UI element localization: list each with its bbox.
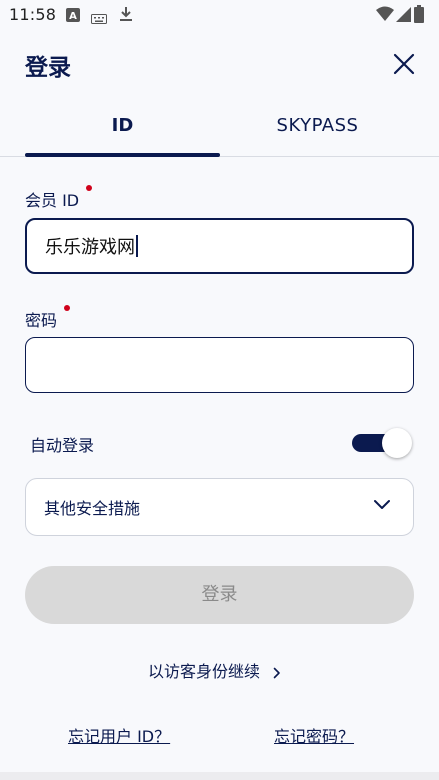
required-indicator — [86, 185, 92, 191]
close-button[interactable] — [388, 48, 420, 80]
chevron-down-icon — [374, 500, 390, 509]
member-id-label: 会员 ID — [25, 191, 80, 210]
tab-skypass[interactable]: SKYPASS — [220, 104, 415, 156]
status-bar: 11:58 A — [0, 0, 439, 32]
continue-as-guest-link[interactable]: 以访客身份继续 — [148, 658, 281, 682]
page-title: 登录 — [25, 55, 71, 81]
bottom-divider — [0, 772, 439, 780]
status-time: 11:58 — [9, 5, 57, 24]
chevron-right-icon — [273, 667, 280, 678]
download-icon — [119, 6, 133, 26]
continue-as-guest-label: 以访客身份继续 — [148, 662, 261, 681]
forgot-password-link[interactable]: 忘记密码？ — [274, 723, 354, 747]
signal-icon — [396, 6, 411, 26]
wifi-icon — [376, 6, 394, 26]
auto-login-label: 自动登录 — [30, 436, 95, 455]
password-input[interactable] — [25, 337, 414, 393]
password-label: 密码 — [25, 311, 58, 330]
required-indicator — [64, 305, 70, 311]
battery-icon — [414, 5, 424, 27]
svg-text:A: A — [69, 11, 77, 22]
member-id-value: 乐乐游戏网 — [45, 233, 138, 259]
toggle-knob — [382, 428, 412, 458]
auto-login-toggle[interactable] — [352, 428, 414, 458]
keyboard-icon — [91, 9, 107, 28]
forgot-user-id-link[interactable]: 忘记用户 ID？ — [68, 723, 170, 747]
text-caret — [136, 235, 138, 257]
member-id-input[interactable]: 乐乐游戏网 — [25, 218, 414, 274]
security-options-select[interactable]: 其他安全措施 — [25, 478, 414, 536]
close-icon — [393, 53, 415, 75]
tab-id[interactable]: ID — [25, 104, 220, 156]
security-options-label: 其他安全措施 — [44, 499, 141, 518]
text-a-icon: A — [66, 7, 80, 26]
tab-indicator — [25, 153, 220, 157]
login-button[interactable]: 登录 — [25, 566, 414, 624]
tab-bar: ID SKYPASS — [0, 104, 439, 157]
